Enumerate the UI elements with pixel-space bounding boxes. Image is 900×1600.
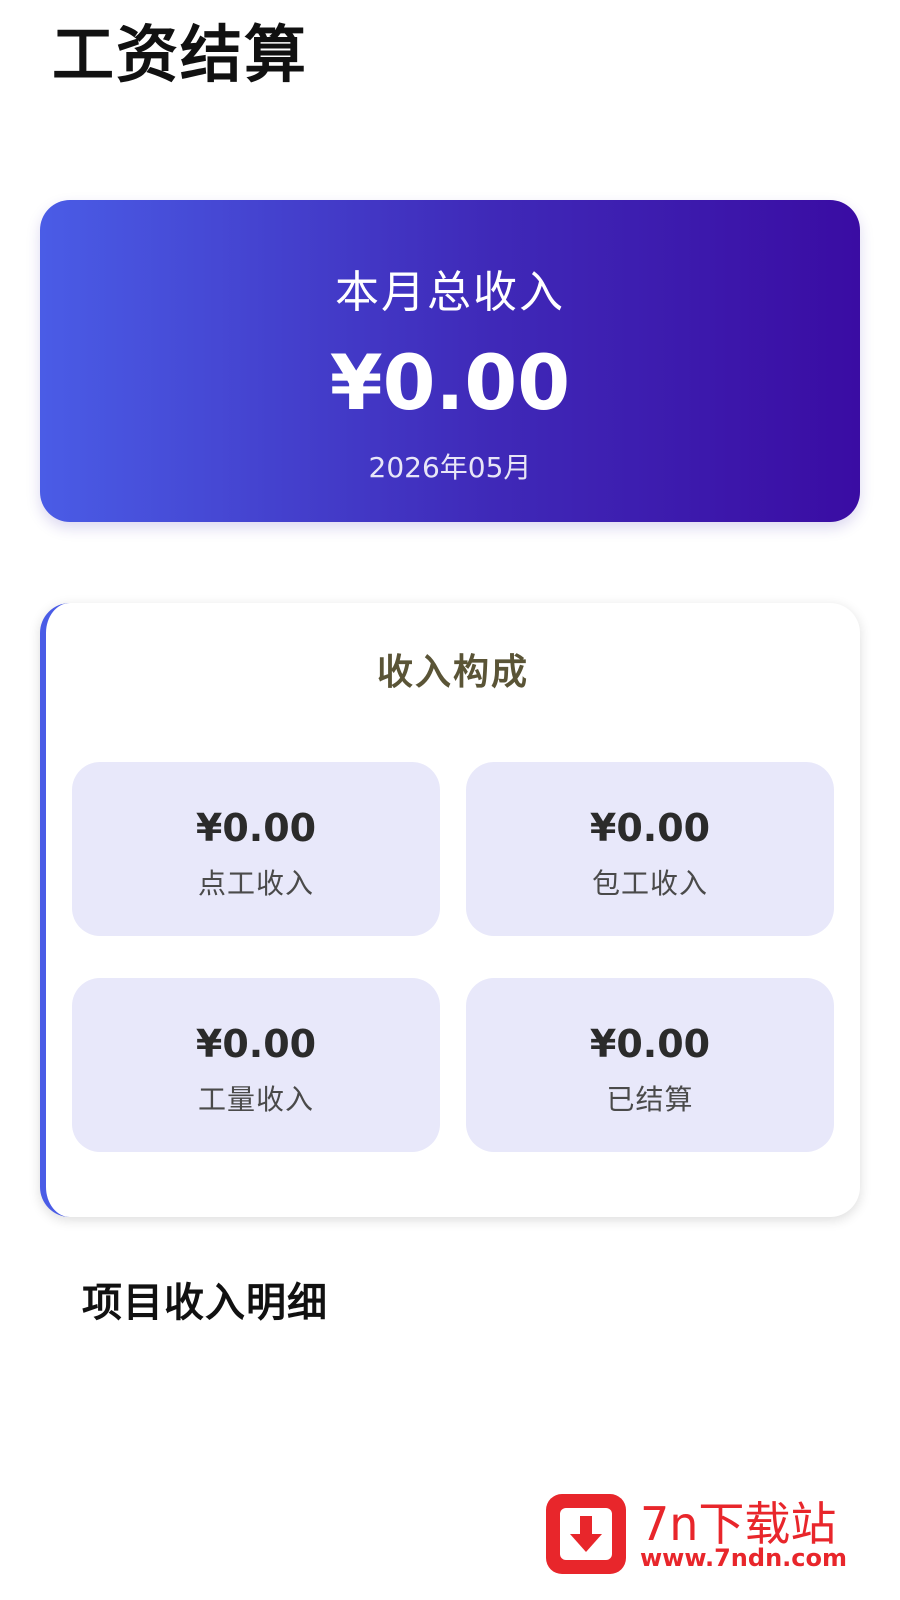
wage-settlement-page: 工资结算 本月总收入 ¥0.00 2026年05月 收入构成 ¥0.00 点工收… (0, 0, 900, 1600)
total-income-label: 本月总收入 (335, 267, 565, 318)
monthly-total-card: 本月总收入 ¥0.00 2026年05月 (40, 200, 860, 522)
contract-income-label: 包工收入 (591, 867, 708, 900)
contract-income-tile[interactable]: ¥0.00 包工收入 (466, 762, 834, 936)
piecework-income-label: 工量收入 (197, 1083, 314, 1116)
piecework-income-tile[interactable]: ¥0.00 工量收入 (72, 978, 440, 1152)
hourly-income-label: 点工收入 (197, 867, 314, 900)
page-title: 工资结算 (52, 18, 309, 91)
settled-income-tile[interactable]: ¥0.00 已结算 (466, 978, 834, 1152)
download-arrow-icon (546, 1494, 626, 1574)
watermark-url: www.7ndn.com (640, 1544, 847, 1572)
income-composition-card: 收入构成 ¥0.00 点工收入 ¥0.00 包工收入 ¥0.00 工量收入 ¥0… (40, 603, 860, 1217)
settled-income-label: 已结算 (606, 1083, 694, 1116)
composition-title: 收入构成 (376, 652, 529, 693)
project-income-section-title: 项目收入明细 (82, 1280, 328, 1326)
site-watermark: 7n下载站 www.7ndn.com (546, 1494, 886, 1590)
hourly-income-tile[interactable]: ¥0.00 点工收入 (72, 762, 440, 936)
settled-income-value: ¥0.00 (589, 1022, 711, 1066)
piecework-income-value: ¥0.00 (195, 1022, 317, 1066)
total-income-amount: ¥0.00 (329, 338, 571, 427)
hourly-income-value: ¥0.00 (195, 806, 317, 850)
contract-income-value: ¥0.00 (589, 806, 711, 850)
total-income-month: 2026年05月 (368, 451, 532, 484)
